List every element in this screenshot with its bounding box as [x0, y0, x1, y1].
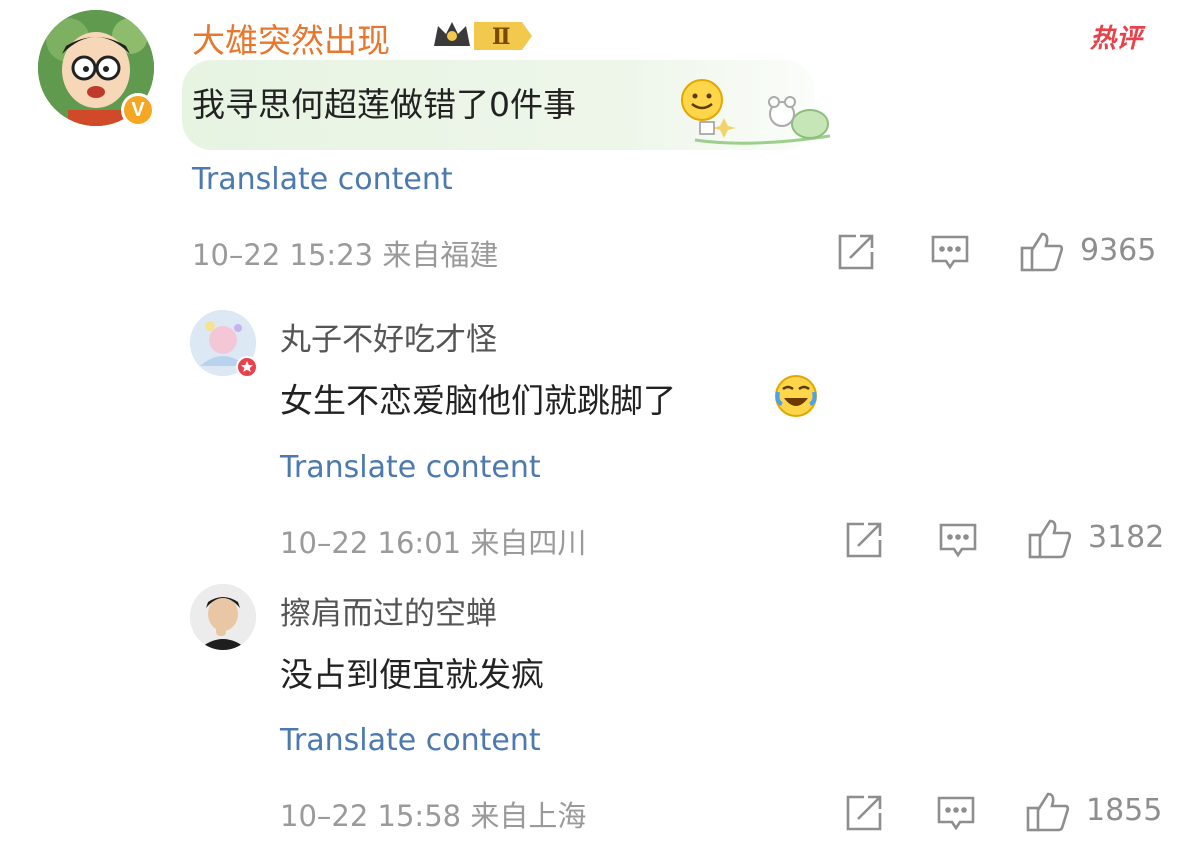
translate-link[interactable]: Translate content	[280, 450, 541, 485]
reply-text: 女生不恋爱脑他们就跳脚了	[280, 381, 676, 420]
reply-meta: 10–22 16:01 来自四川	[280, 526, 587, 560]
like-count: 1855	[1086, 793, 1163, 828]
laugh-cry-emoji-icon	[774, 374, 818, 418]
avatar[interactable]	[190, 584, 256, 650]
like-icon[interactable]	[1028, 517, 1072, 559]
comment-username[interactable]: 大雄突然出现	[192, 14, 390, 62]
like-icon[interactable]	[1020, 230, 1064, 272]
comment-text: 我寻思何超莲做错了0件事	[192, 85, 576, 124]
hot-comment-label: 热评	[1090, 24, 1143, 54]
translate-link[interactable]: Translate content	[192, 162, 453, 197]
reply-meta: 10–22 15:58 来自上海	[280, 799, 587, 833]
reply-username[interactable]: 丸子不好吃才怪	[280, 314, 497, 359]
translate-link[interactable]: Translate content	[280, 723, 541, 758]
verified-badge: V	[121, 93, 155, 127]
comment-icon[interactable]	[936, 793, 976, 833]
comment-icon[interactable]	[938, 520, 978, 560]
share-icon[interactable]	[844, 793, 884, 833]
like-count: 9365	[1080, 233, 1157, 268]
like-count: 3182	[1088, 520, 1165, 555]
reply-username[interactable]: 擦肩而过的空蝉	[280, 588, 497, 633]
crown-badge-icon: Ⅱ	[430, 18, 534, 54]
bubble-decoration-icon	[690, 92, 835, 150]
reply-text: 没占到便宜就发疯	[280, 655, 544, 694]
badge-level: Ⅱ	[492, 24, 511, 50]
comment-meta: 10–22 15:23 来自福建	[192, 238, 499, 272]
comment-icon[interactable]	[930, 232, 970, 272]
member-badge-icon	[236, 356, 258, 378]
share-icon[interactable]	[844, 520, 884, 560]
like-icon[interactable]	[1026, 790, 1070, 832]
share-icon[interactable]	[836, 232, 876, 272]
